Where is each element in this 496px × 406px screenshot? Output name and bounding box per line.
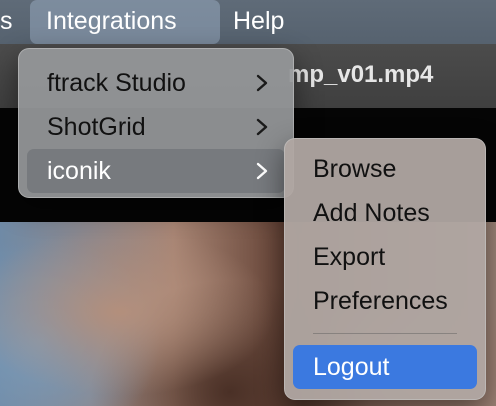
menu-help[interactable]: Help bbox=[233, 0, 284, 44]
menu-item-preferences[interactable]: Preferences bbox=[293, 279, 477, 323]
menu-integrations-label: Integrations bbox=[46, 7, 177, 35]
window-title: mp_v01.mp4 bbox=[288, 61, 434, 88]
integrations-dropdown: ftrack Studio ShotGrid iconik bbox=[18, 48, 294, 198]
menu-item-label: ShotGrid bbox=[47, 113, 146, 141]
menu-item-export[interactable]: Export bbox=[293, 235, 477, 279]
menu-item-logout[interactable]: Logout bbox=[293, 345, 477, 389]
menu-integrations[interactable]: Integrations bbox=[30, 0, 220, 44]
menu-item-shotgrid[interactable]: ShotGrid bbox=[27, 105, 285, 149]
menu-item-ftrack-studio[interactable]: ftrack Studio bbox=[27, 61, 285, 105]
menu-item-browse[interactable]: Browse bbox=[293, 147, 477, 191]
menu-partial-item[interactable]: s bbox=[0, 0, 13, 44]
menu-item-label: iconik bbox=[47, 157, 111, 185]
menu-item-add-notes[interactable]: Add Notes bbox=[293, 191, 477, 235]
menu-bar: s Integrations Help bbox=[0, 0, 496, 44]
chevron-right-icon bbox=[255, 61, 271, 105]
iconik-submenu: Browse Add Notes Export Preferences Logo… bbox=[284, 138, 486, 400]
menu-separator bbox=[313, 333, 457, 334]
chevron-right-icon bbox=[255, 149, 271, 193]
chevron-right-icon bbox=[255, 105, 271, 149]
menu-item-label: ftrack Studio bbox=[47, 69, 186, 97]
menu-item-iconik[interactable]: iconik bbox=[27, 149, 285, 193]
